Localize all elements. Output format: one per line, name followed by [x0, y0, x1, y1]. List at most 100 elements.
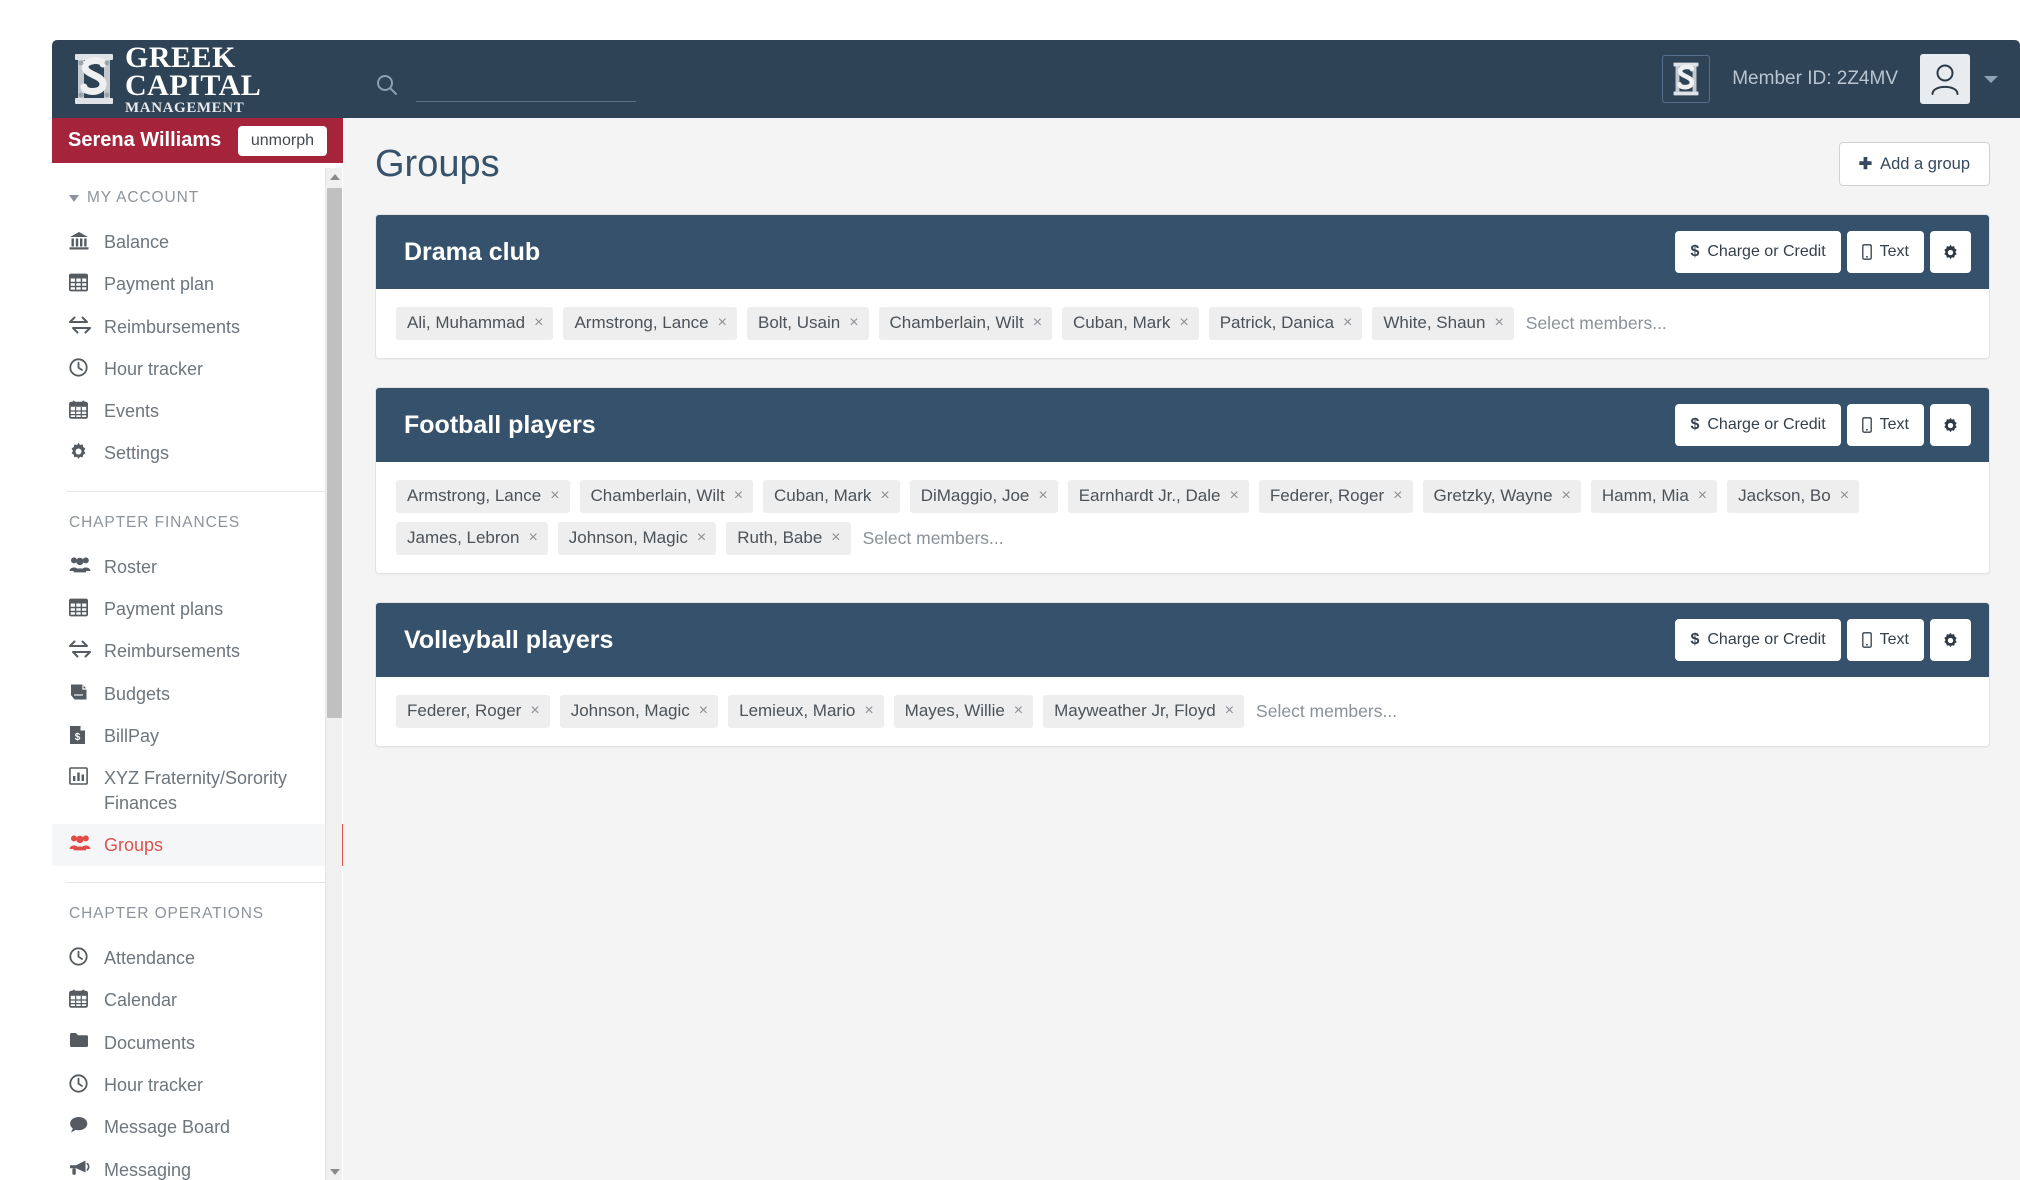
sidebar-item-billpay[interactable]: $ BillPay: [52, 715, 343, 757]
sidebar-nav: MY ACCOUNT Balance Payment plan Reimburs…: [52, 163, 343, 1180]
text-button[interactable]: Text: [1846, 619, 1924, 661]
greek-column-s-icon: [72, 50, 116, 108]
remove-member-icon[interactable]: ×: [1038, 488, 1047, 504]
remove-member-icon[interactable]: ×: [1033, 315, 1042, 331]
remove-member-icon[interactable]: ×: [1179, 315, 1188, 331]
remove-member-icon[interactable]: ×: [550, 488, 559, 504]
group-card-header: Football players $ Charge or Credit Text: [376, 388, 1989, 462]
remove-member-icon[interactable]: ×: [528, 530, 537, 546]
sidebar-item-label: Budgets: [104, 683, 171, 704]
sidebar-item-label: Balance: [104, 232, 170, 252]
remove-member-icon[interactable]: ×: [849, 315, 858, 331]
sidebar-item-documents[interactable]: Documents: [52, 1022, 343, 1064]
group-title: Volleyball players: [404, 625, 614, 654]
member-tag: Cuban, Mark ×: [763, 480, 900, 513]
sidebar-item-message-board[interactable]: Message Board: [52, 1106, 343, 1148]
sidebar-item-reimbursements[interactable]: Reimbursements: [52, 306, 343, 348]
remove-member-icon[interactable]: ×: [1225, 703, 1234, 719]
sidebar-item-budgets[interactable]: Budgets: [52, 673, 343, 715]
group-title: Drama club: [404, 237, 541, 266]
chevron-down-icon[interactable]: [1984, 75, 1998, 83]
remove-member-icon[interactable]: ×: [880, 488, 889, 504]
remove-member-icon[interactable]: ×: [718, 315, 727, 331]
group-members[interactable]: Armstrong, Lance × Chamberlain, Wilt × Cub…: [376, 462, 1989, 573]
sidebar-item-label: Documents: [104, 1032, 196, 1053]
group-settings-button[interactable]: [1930, 404, 1971, 446]
remove-member-icon[interactable]: ×: [1494, 315, 1503, 331]
member-tag: Lemieux, Mario ×: [728, 695, 884, 728]
member-tag-label: Jackson, Bo: [1738, 486, 1831, 505]
sidebar-item-settings[interactable]: Settings: [52, 432, 343, 474]
remove-member-icon[interactable]: ×: [534, 315, 543, 331]
group-settings-button[interactable]: [1930, 619, 1971, 661]
add-group-button[interactable]: ✚ Add a group: [1838, 142, 1990, 186]
sidebar-item-calendar[interactable]: Calendar: [52, 979, 343, 1021]
remove-member-icon[interactable]: ×: [1229, 488, 1238, 504]
member-tag-label: Bolt, Usain: [757, 313, 841, 332]
member-tag: Johnson, Magic ×: [559, 695, 719, 728]
calendar-icon: [69, 989, 95, 1009]
brand-logo[interactable]: GREEK CAPITAL MANAGEMENT: [72, 42, 261, 115]
remove-member-icon[interactable]: ×: [1562, 488, 1571, 504]
sidebar-item-label: Groups: [104, 834, 164, 855]
sidebar-item-payment-plan[interactable]: Payment plan: [52, 263, 343, 305]
sidebar-item-roster[interactable]: Roster: [52, 546, 343, 588]
select-members-input[interactable]: Select members...: [1254, 701, 1397, 722]
select-members-input[interactable]: Select members...: [861, 528, 1004, 549]
sidebar-item-messaging[interactable]: Messaging: [52, 1149, 343, 1180]
sidebar-section-chapter-operations: CHAPTER OPERATIONS: [52, 905, 343, 923]
calendar-icon: [69, 400, 95, 419]
select-members-input[interactable]: Select members...: [1524, 313, 1667, 334]
sidebar-item-ops-hour-tracker[interactable]: Hour tracker: [52, 1064, 343, 1106]
text-button[interactable]: Text: [1846, 231, 1924, 273]
remove-member-icon[interactable]: ×: [697, 530, 706, 546]
remove-member-icon[interactable]: ×: [530, 703, 539, 719]
charge-or-credit-button[interactable]: $ Charge or Credit: [1675, 619, 1841, 661]
sidebar-item-label: Hour tracker: [104, 1075, 204, 1096]
remove-member-icon[interactable]: ×: [1343, 315, 1352, 331]
member-tag: Mayes, Willie ×: [893, 695, 1034, 728]
charge-or-credit-button[interactable]: $ Charge or Credit: [1675, 231, 1841, 273]
charge-or-credit-button[interactable]: $ Charge or Credit: [1675, 404, 1841, 446]
text-button[interactable]: Text: [1846, 404, 1924, 446]
group-settings-button[interactable]: [1930, 231, 1971, 273]
remove-member-icon[interactable]: ×: [1393, 488, 1402, 504]
member-tag: Johnson, Magic ×: [557, 522, 717, 555]
scroll-down-arrow-icon[interactable]: [326, 1163, 343, 1180]
brand-line-3: MANAGEMENT: [125, 99, 245, 116]
remove-member-icon[interactable]: ×: [1840, 488, 1849, 504]
sidebar-item-payment-plans[interactable]: Payment plans: [52, 588, 343, 630]
unmorph-button[interactable]: unmorph: [237, 125, 327, 156]
sidebar-item-xyz-finances[interactable]: XYZ Fraternity/Sorority Finances: [52, 757, 343, 824]
sidebar-item-attendance[interactable]: Attendance: [52, 937, 343, 979]
group-card-actions: $ Charge or Credit Text: [1675, 404, 1971, 446]
sidebar-item-groups[interactable]: Groups: [52, 823, 343, 867]
remove-member-icon[interactable]: ×: [831, 530, 840, 546]
group-members[interactable]: Ali, Muhammad × Armstrong, Lance × Bolt, U…: [376, 289, 1989, 358]
sidebar-item-chapter-reimbursements[interactable]: Reimbursements: [52, 630, 343, 672]
mobile-phone-icon: [1861, 244, 1872, 260]
search-input[interactable]: [416, 76, 636, 102]
plus-icon: ✚: [1858, 156, 1873, 173]
member-tag: Ali, Muhammad ×: [396, 307, 554, 340]
remove-member-icon[interactable]: ×: [699, 703, 708, 719]
sidebar-section-my-account[interactable]: MY ACCOUNT: [52, 189, 343, 207]
top-navbar: GREEK CAPITAL MANAGEMENT Member ID: 2Z4M…: [52, 40, 2020, 118]
dollar-icon: $: [1690, 243, 1700, 260]
sidebar-scrollbar[interactable]: [325, 168, 342, 1180]
remove-member-icon[interactable]: ×: [734, 488, 743, 504]
member-tag: Cuban, Mark ×: [1062, 307, 1199, 340]
sidebar-item-balance[interactable]: Balance: [52, 221, 343, 263]
scrollbar-thumb[interactable]: [327, 188, 342, 718]
global-search[interactable]: [374, 58, 636, 102]
sidebar-item-hour-tracker[interactable]: Hour tracker: [52, 348, 343, 390]
remove-member-icon[interactable]: ×: [1014, 703, 1023, 719]
scroll-up-arrow-icon[interactable]: [326, 168, 343, 185]
search-icon[interactable]: [374, 72, 400, 98]
org-badge-icon[interactable]: [1662, 55, 1711, 103]
remove-member-icon[interactable]: ×: [1698, 488, 1707, 504]
group-members[interactable]: Federer, Roger × Johnson, Magic × Lemieux,…: [376, 677, 1989, 746]
avatar[interactable]: [1920, 54, 1970, 104]
remove-member-icon[interactable]: ×: [864, 703, 873, 719]
sidebar-item-events[interactable]: Events: [52, 390, 343, 432]
